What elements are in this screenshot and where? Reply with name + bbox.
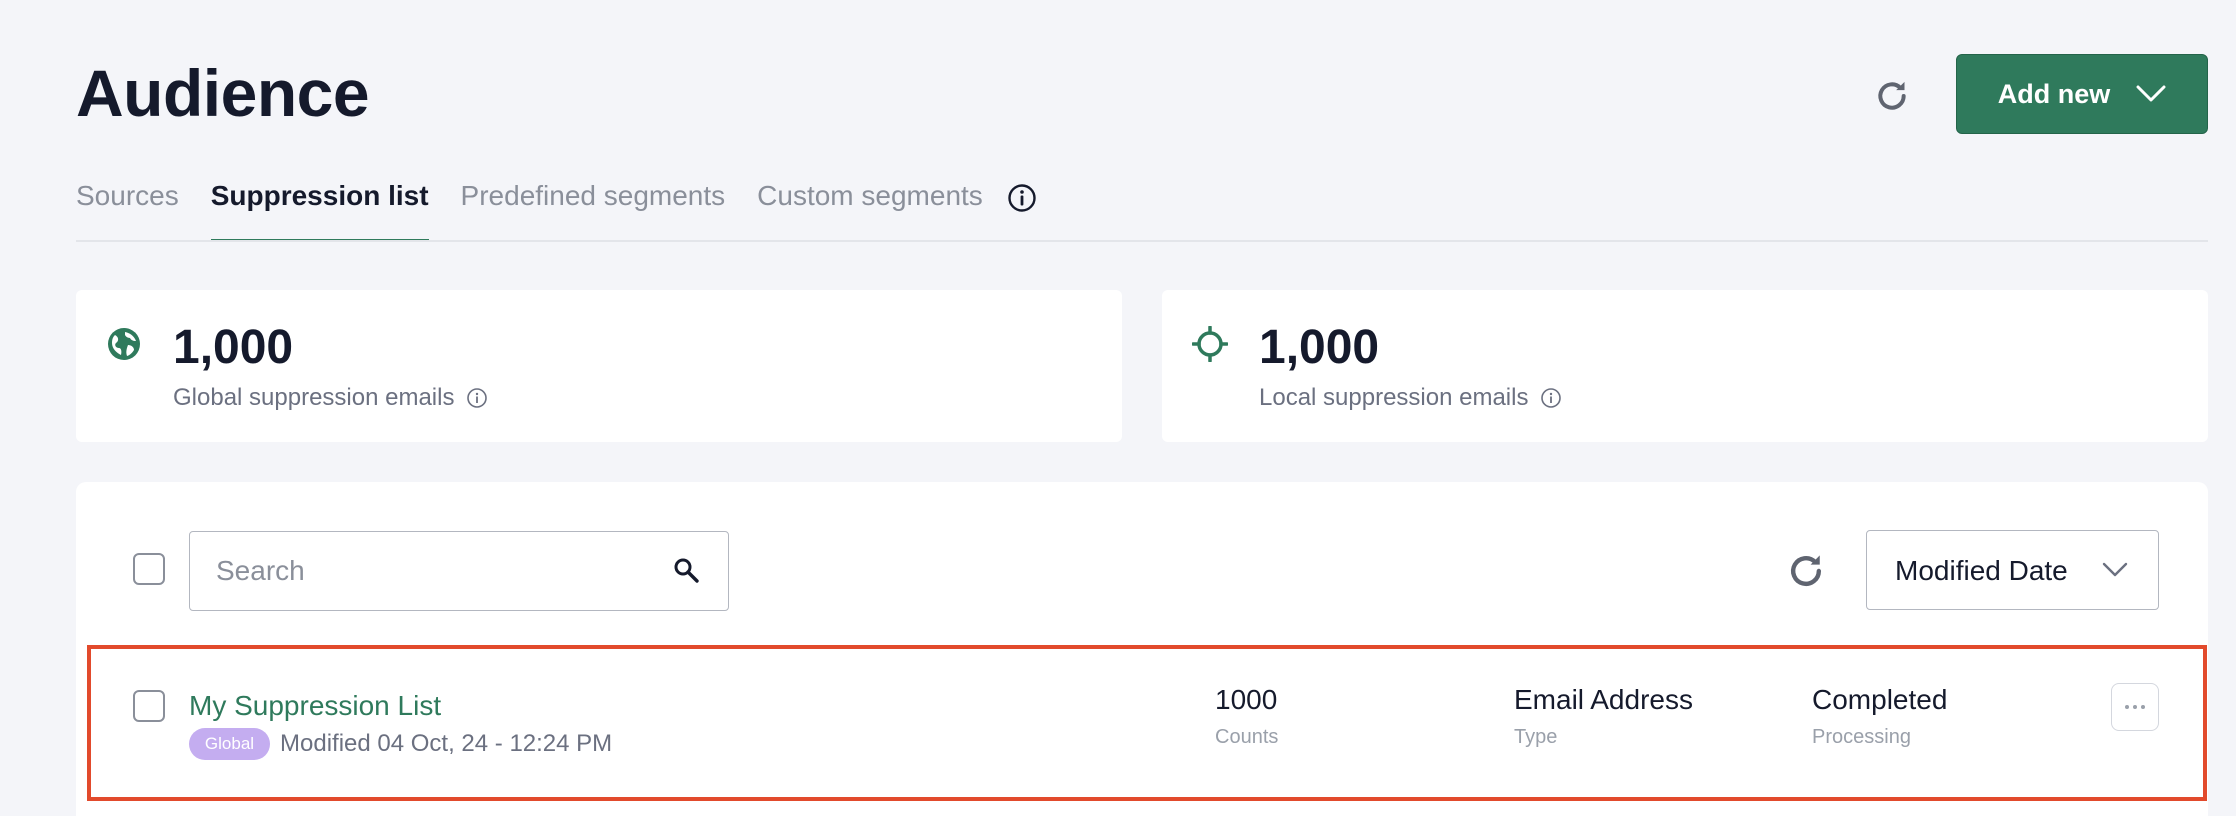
modified-date: Modified 04 Oct, 24 - 12:24 PM [280,730,613,757]
globe-icon [108,328,140,360]
tab-custom-segments[interactable]: Custom segments [757,176,983,242]
search-input[interactable] [216,548,656,594]
tab-suppression-list[interactable]: Suppression list [210,176,429,242]
tab-sources[interactable]: Sources [76,176,179,242]
refresh-list-icon[interactable] [1784,549,1828,593]
page-title: Audience [76,56,370,130]
tab-bar: Sources Suppression list Predefined segm… [76,176,1015,242]
counts-label: Counts [1215,726,1279,748]
type-value: Email Address [1514,684,1693,715]
audience-page: Audience Add new Sources Suppression lis… [0,0,2236,816]
local-suppression-label: Local suppression emails [1259,384,1529,411]
more-dot [2133,705,2137,709]
table-row[interactable] [87,645,2207,801]
global-suppression-label: Global suppression emails [173,384,455,411]
search-box [189,531,729,611]
tabs-divider [76,240,2208,242]
add-new-button[interactable]: Add new [1956,54,2208,134]
sort-dropdown[interactable]: Modified Date [1866,530,2159,610]
select-all-checkbox[interactable] [133,553,165,585]
global-suppression-count: 1,000 [173,321,294,374]
info-icon[interactable] [466,387,488,409]
chevron-down-icon [2136,85,2166,102]
info-icon[interactable] [1006,182,1038,214]
crosshair-icon [1192,326,1228,362]
type-label: Type [1514,726,1558,748]
chevron-down-icon [2102,562,2128,577]
local-suppression-card: 1,000 Local suppression emails [1162,290,2208,442]
global-suppression-card: 1,000 Global suppression emails [76,290,1122,442]
processing-label: Processing [1812,726,1911,748]
local-suppression-count: 1,000 [1259,321,1380,374]
refresh-button[interactable] [1868,72,1916,120]
more-dot [2125,705,2129,709]
more-options-button[interactable] [2111,683,2159,731]
tab-predefined-segments[interactable]: Predefined segments [461,176,726,242]
more-dot [2141,705,2145,709]
global-suppression-label-row: Global suppression emails [173,384,488,412]
status-badge: Global [189,728,270,760]
counts-value: 1000 [1215,684,1278,715]
add-new-label: Add new [1997,78,2111,109]
refresh-icon [1878,81,1906,110]
sort-selected-value: Modified Date [1895,555,2068,586]
local-suppression-label-row: Local suppression emails [1259,384,1562,412]
info-icon[interactable] [1540,387,1562,409]
list-name-link[interactable]: My Suppression List [189,690,441,722]
search-icon[interactable] [672,556,702,586]
row-checkbox[interactable] [133,690,165,722]
processing-value: Completed [1812,684,1948,715]
